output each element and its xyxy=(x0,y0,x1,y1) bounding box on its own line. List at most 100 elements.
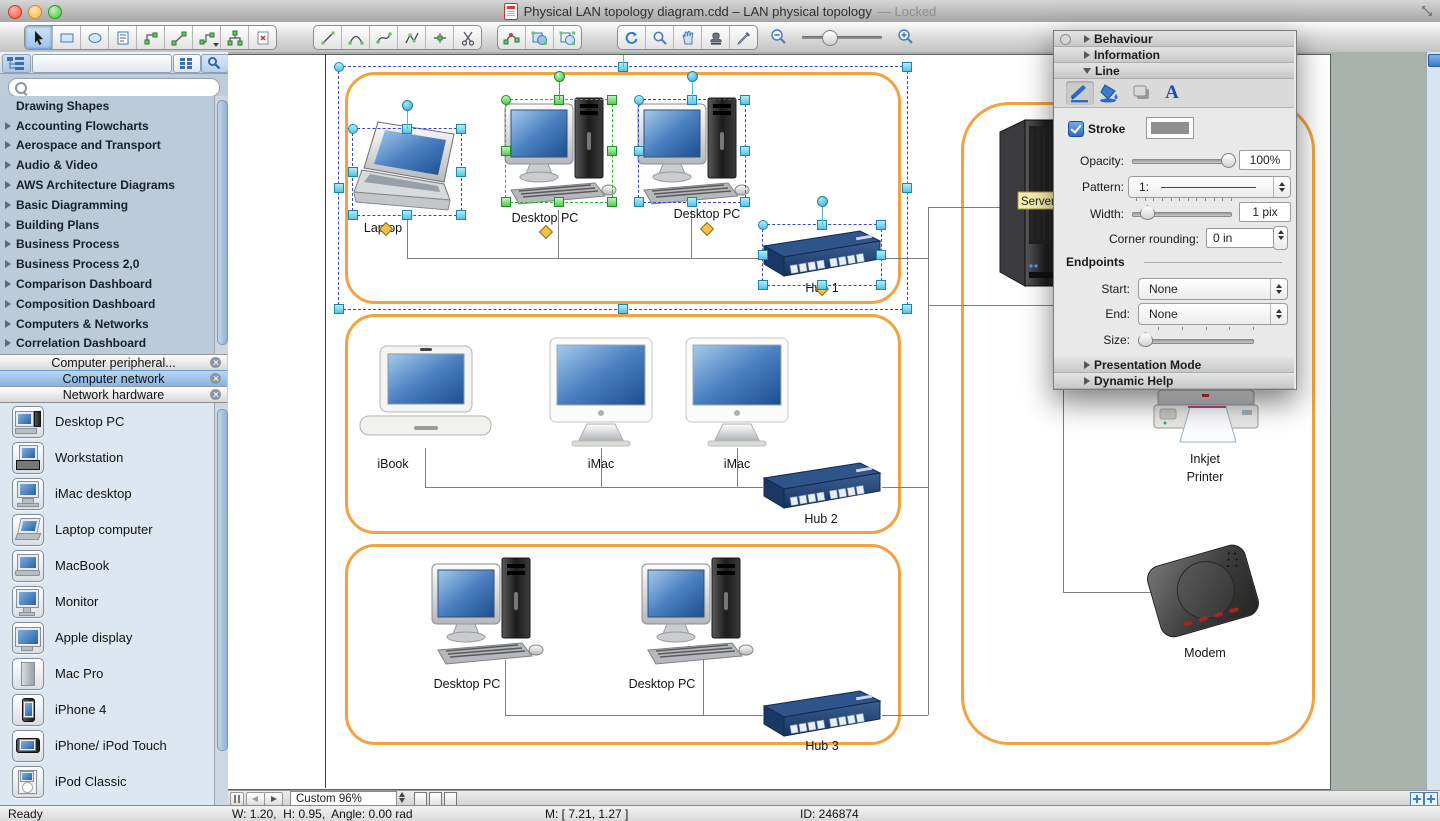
desktop-selection-box-primary[interactable] xyxy=(505,99,613,203)
expand-arrow-icon[interactable] xyxy=(5,122,11,130)
expand-arrow-icon[interactable] xyxy=(5,339,11,347)
expand-arrow-icon[interactable] xyxy=(5,280,11,288)
library-search-field[interactable] xyxy=(8,78,220,97)
pan-hand-tool[interactable] xyxy=(674,26,702,49)
search-input[interactable] xyxy=(31,80,215,95)
shape-item-laptop-computer[interactable]: Laptop computer xyxy=(0,511,228,547)
selection-handle[interactable] xyxy=(740,146,750,156)
connector-line[interactable] xyxy=(928,207,1002,208)
collapsed-arrow-icon[interactable] xyxy=(1084,51,1090,59)
library-item[interactable]: Building Plans xyxy=(0,215,228,235)
selection-handle[interactable] xyxy=(634,197,644,207)
ibook-shape[interactable] xyxy=(358,342,493,454)
shape-list-scrollbar-thumb[interactable] xyxy=(217,409,228,751)
zoom-slider-track[interactable] xyxy=(802,36,882,39)
opacity-value-field[interactable]: 100% xyxy=(1239,150,1291,170)
width-value-field[interactable]: 1 pix xyxy=(1239,202,1291,222)
section-information[interactable]: Information xyxy=(1054,47,1294,63)
expand-arrow-icon[interactable] xyxy=(5,260,11,268)
collapsed-arrow-icon[interactable] xyxy=(1084,35,1090,43)
opacity-slider-thumb[interactable] xyxy=(1221,153,1236,168)
pan-mode-icon[interactable] xyxy=(1410,792,1424,806)
node-label[interactable]: Desktop PC xyxy=(412,677,522,691)
line-format-tab[interactable] xyxy=(1066,81,1094,105)
shape-item-workstation[interactable]: Workstation xyxy=(0,439,228,475)
bezier-tool[interactable] xyxy=(370,26,398,49)
expanded-arrow-icon[interactable] xyxy=(1083,68,1091,74)
zoom-slider-thumb[interactable] xyxy=(822,30,838,46)
next-page-button[interactable] xyxy=(264,792,283,806)
node-label[interactable]: Desktop PC xyxy=(607,677,717,691)
shape-item-imac-desktop[interactable]: iMac desktop xyxy=(0,475,228,511)
section-presentation-mode[interactable]: Presentation Mode xyxy=(1054,357,1294,373)
expand-arrow-icon[interactable] xyxy=(5,161,11,169)
fill-format-tab[interactable] xyxy=(1096,81,1124,105)
selection-handle[interactable] xyxy=(607,95,617,105)
close-tab-icon[interactable] xyxy=(210,389,221,400)
fullscreen-icon[interactable] xyxy=(1420,4,1434,18)
rotation-handle[interactable] xyxy=(687,71,698,82)
rotation-handle[interactable] xyxy=(817,196,828,207)
grid-view-button[interactable] xyxy=(173,54,201,73)
desktop-pc-shape[interactable] xyxy=(430,552,545,670)
connector-line[interactable] xyxy=(882,487,928,488)
selection-handle[interactable] xyxy=(817,280,827,290)
selection-handle[interactable] xyxy=(687,197,697,207)
selection-handle[interactable] xyxy=(456,167,466,177)
delete-shape-tool[interactable] xyxy=(249,26,276,49)
selection-handle[interactable] xyxy=(554,197,564,207)
library-item[interactable]: Audio & Video xyxy=(0,155,228,175)
pattern-dropdown[interactable]: 1: xyxy=(1128,176,1291,198)
direct-connector-tool[interactable] xyxy=(165,26,193,49)
canvas-vertical-scrollbar[interactable] xyxy=(1426,52,1440,790)
selection-handle[interactable] xyxy=(876,280,886,290)
modem-shape[interactable] xyxy=(1140,540,1270,640)
tab-computer-peripheral[interactable]: Computer peripheral... xyxy=(0,354,227,371)
scroll-button-icon[interactable] xyxy=(1428,54,1440,67)
library-item[interactable]: Business Process 2,0 xyxy=(0,254,228,274)
desktop-selection-box[interactable] xyxy=(638,99,746,203)
section-line[interactable]: Line xyxy=(1054,63,1294,79)
imac-shape[interactable] xyxy=(542,336,660,450)
selection-handle[interactable] xyxy=(902,62,912,72)
library-item[interactable]: Composition Dashboard xyxy=(0,294,228,314)
selection-handle[interactable] xyxy=(348,124,358,134)
library-item[interactable]: Accounting Flowcharts xyxy=(0,116,228,136)
selection-handle[interactable] xyxy=(456,210,466,220)
scissors-tool[interactable] xyxy=(454,26,481,49)
expand-arrow-icon[interactable] xyxy=(5,181,11,189)
network-trunk-line[interactable] xyxy=(928,207,929,715)
node-label[interactable]: iBook xyxy=(338,457,448,471)
selection-handle[interactable] xyxy=(758,220,768,230)
end-endpoint-dropdown[interactable]: None xyxy=(1138,303,1288,325)
eyedropper-tool[interactable] xyxy=(730,26,757,49)
library-item[interactable]: AWS Architecture Diagrams xyxy=(0,175,228,195)
selection-handle[interactable] xyxy=(501,146,511,156)
library-title-area[interactable] xyxy=(32,54,172,73)
add-node-tool[interactable] xyxy=(426,26,454,49)
library-item[interactable]: Comparison Dashboard xyxy=(0,274,228,294)
node-label[interactable]: iMac xyxy=(546,457,656,471)
library-scrollbar-thumb[interactable] xyxy=(217,100,228,345)
selection-handle[interactable] xyxy=(902,304,912,314)
page-tab-2[interactable] xyxy=(429,792,442,806)
selection-handle[interactable] xyxy=(876,250,886,260)
dropdown-stepper-icon[interactable] xyxy=(1273,177,1290,197)
ellipse-tool[interactable] xyxy=(81,26,109,49)
tree-view-button[interactable] xyxy=(2,54,31,73)
connector-line[interactable] xyxy=(928,305,1063,306)
shape-item-monitor[interactable]: Monitor xyxy=(0,583,228,619)
text-tool[interactable] xyxy=(109,26,137,49)
node-label[interactable]: Inkjet xyxy=(1150,452,1260,466)
collapsed-arrow-icon[interactable] xyxy=(1084,377,1090,385)
start-endpoint-dropdown[interactable]: None xyxy=(1138,278,1288,300)
node-label[interactable]: Printer xyxy=(1150,470,1260,484)
laptop-selection-box[interactable] xyxy=(352,128,462,216)
section-behaviour[interactable]: Behaviour xyxy=(1054,31,1294,47)
shape-list-scrollbar[interactable] xyxy=(214,403,228,805)
selection-handle[interactable] xyxy=(501,197,511,207)
desktop-pc-shape[interactable] xyxy=(640,552,755,670)
tab-computer-network[interactable]: Computer network xyxy=(0,370,227,387)
text-format-tab[interactable]: A xyxy=(1158,81,1186,105)
selection-handle[interactable] xyxy=(607,146,617,156)
